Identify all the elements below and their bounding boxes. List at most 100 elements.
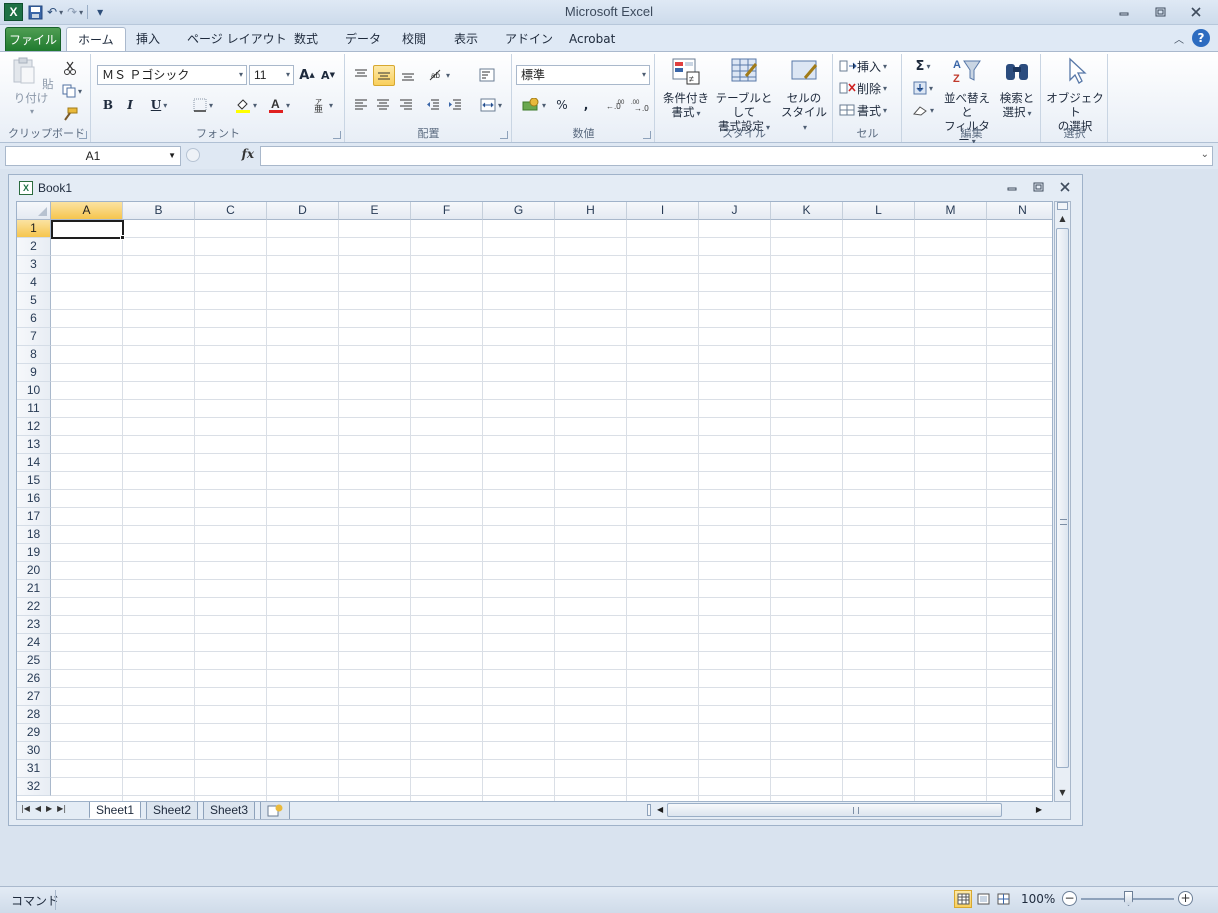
row-header[interactable]: 29 (17, 724, 51, 742)
clear-button[interactable]: ▾ (908, 100, 938, 120)
scroll-left-icon[interactable]: ◀ (657, 805, 663, 814)
tab-view[interactable]: 表示 (443, 27, 489, 52)
column-header[interactable]: H (555, 202, 627, 220)
fill-color-button[interactable]: ▾ (231, 95, 261, 115)
row-header[interactable]: 9 (17, 364, 51, 382)
font-size-combo[interactable]: 11 ▾ (249, 65, 294, 85)
worksheet-grid[interactable]: A B C D E F G H I J K L M N 1 2 3 4 5 6 7 8 9 10 11 12 13 14 15 16 17 1… (16, 201, 1053, 802)
close-icon[interactable] (1182, 3, 1210, 21)
vertical-scroll-thumb[interactable] (1056, 228, 1069, 768)
row-header[interactable]: 28 (17, 706, 51, 724)
column-header[interactable]: D (267, 202, 339, 220)
sheet-tab-sheet1[interactable]: Sheet1 (89, 802, 142, 819)
row-header[interactable]: 10 (17, 382, 51, 400)
tab-acrobat[interactable]: Acrobat (558, 27, 626, 52)
column-header[interactable]: N (987, 202, 1052, 220)
expand-formula-bar-icon[interactable]: ⌄ (1201, 149, 1209, 160)
clipboard-launcher-icon[interactable] (79, 131, 87, 139)
row-header[interactable]: 19 (17, 544, 51, 562)
number-format-combo[interactable]: 標準 ▾ (516, 65, 650, 85)
help-icon[interactable]: ? (1192, 29, 1210, 47)
column-header[interactable]: G (483, 202, 555, 220)
row-header[interactable]: 2 (17, 238, 51, 256)
copy-icon[interactable]: ▾ (58, 81, 86, 101)
accounting-format-button[interactable]: ▾ (518, 95, 550, 115)
sheet-tab-sheet3[interactable]: Sheet3 (203, 802, 256, 819)
workbook-icon[interactable]: X (19, 181, 33, 195)
row-header[interactable]: 22 (17, 598, 51, 616)
row-header[interactable]: 25 (17, 652, 51, 670)
autosum-button[interactable]: Σ ▾ (908, 56, 938, 76)
row-header[interactable]: 23 (17, 616, 51, 634)
increase-decimal-icon[interactable]: ←.0.00 (605, 95, 627, 115)
column-header[interactable]: K (771, 202, 843, 220)
vertical-split-box[interactable] (1057, 202, 1068, 210)
scroll-down-icon[interactable]: ▼ (1055, 788, 1070, 797)
horizontal-scroll-thumb[interactable] (667, 803, 1002, 817)
row-header[interactable]: 20 (17, 562, 51, 580)
tab-page-layout[interactable]: ページ レイアウト (176, 27, 298, 52)
restore-icon[interactable] (1146, 3, 1174, 21)
formula-input[interactable]: ⌄ (260, 146, 1213, 166)
row-header[interactable]: 26 (17, 670, 51, 688)
column-header[interactable]: B (123, 202, 195, 220)
zoom-level[interactable]: 100% (1021, 892, 1055, 906)
cell-area[interactable] (51, 220, 1052, 801)
column-header[interactable]: A (51, 202, 123, 220)
scroll-up-icon[interactable]: ▲ (1055, 214, 1070, 223)
italic-button[interactable]: I (121, 95, 139, 115)
workbook-minimize-icon[interactable] (1007, 181, 1017, 195)
column-header[interactable]: J (699, 202, 771, 220)
page-break-view-icon[interactable] (994, 890, 1012, 908)
active-cell[interactable] (51, 220, 124, 239)
delete-cells-button[interactable]: 削除 ▾ (839, 78, 899, 98)
last-sheet-icon[interactable]: ▶| (57, 804, 66, 813)
row-header[interactable]: 7 (17, 328, 51, 346)
normal-view-icon[interactable] (954, 890, 972, 908)
borders-button[interactable]: ▾ (188, 95, 218, 115)
insert-cells-button[interactable]: 挿入 ▾ (839, 56, 899, 76)
tab-data[interactable]: データ (334, 27, 392, 52)
alignment-launcher-icon[interactable] (500, 131, 508, 139)
row-header[interactable]: 11 (17, 400, 51, 418)
align-middle-icon[interactable] (373, 65, 395, 86)
format-as-table-button[interactable]: テーブルとして 書式設定 ▾ (711, 56, 777, 135)
align-top-icon[interactable] (351, 65, 371, 85)
row-header[interactable]: 30 (17, 742, 51, 760)
vertical-scrollbar[interactable]: ▲ ▼ (1054, 201, 1071, 802)
font-launcher-icon[interactable] (333, 131, 341, 139)
column-header[interactable]: L (843, 202, 915, 220)
select-objects-button[interactable]: オブジェクト の選択 (1045, 56, 1105, 133)
row-header[interactable]: 21 (17, 580, 51, 598)
tab-insert[interactable]: 挿入 (125, 27, 171, 52)
page-layout-view-icon[interactable] (974, 890, 992, 908)
row-header[interactable]: 17 (17, 508, 51, 526)
format-painter-icon[interactable] (60, 104, 80, 124)
insert-sheet-icon[interactable] (260, 802, 290, 819)
name-box-dropdown-icon[interactable]: ▼ (168, 147, 176, 165)
scroll-right-icon[interactable]: ▶ (1036, 805, 1042, 814)
insert-function-icon[interactable]: fx (242, 147, 254, 161)
number-launcher-icon[interactable] (643, 131, 651, 139)
decrease-decimal-icon[interactable]: .00 →.0 (629, 95, 651, 115)
prev-sheet-icon[interactable]: ◀ (35, 804, 41, 813)
grow-font-button[interactable]: A ▲ (298, 65, 316, 85)
font-name-combo[interactable]: ＭＳ Ｐゴシック ▾ (97, 65, 247, 85)
name-box[interactable]: A1 ▼ (5, 146, 181, 166)
cell-styles-button[interactable]: セルの スタイル▾ (779, 56, 829, 135)
row-header[interactable]: 1 (17, 220, 51, 238)
align-left-icon[interactable] (351, 95, 371, 115)
fill-button[interactable]: ▾ (908, 78, 938, 98)
align-bottom-icon[interactable] (398, 65, 418, 85)
align-right-icon[interactable] (396, 95, 416, 115)
column-header[interactable]: I (627, 202, 699, 220)
zoom-out-icon[interactable]: − (1062, 891, 1077, 906)
workbook-close-icon[interactable] (1060, 181, 1070, 195)
select-all-button[interactable] (17, 202, 51, 220)
row-header[interactable]: 18 (17, 526, 51, 544)
row-header[interactable]: 24 (17, 634, 51, 652)
phonetic-button[interactable]: ア亜 ▾ (308, 95, 338, 115)
cut-icon[interactable] (60, 58, 80, 78)
zoom-slider-thumb[interactable] (1124, 891, 1133, 906)
row-header[interactable]: 12 (17, 418, 51, 436)
